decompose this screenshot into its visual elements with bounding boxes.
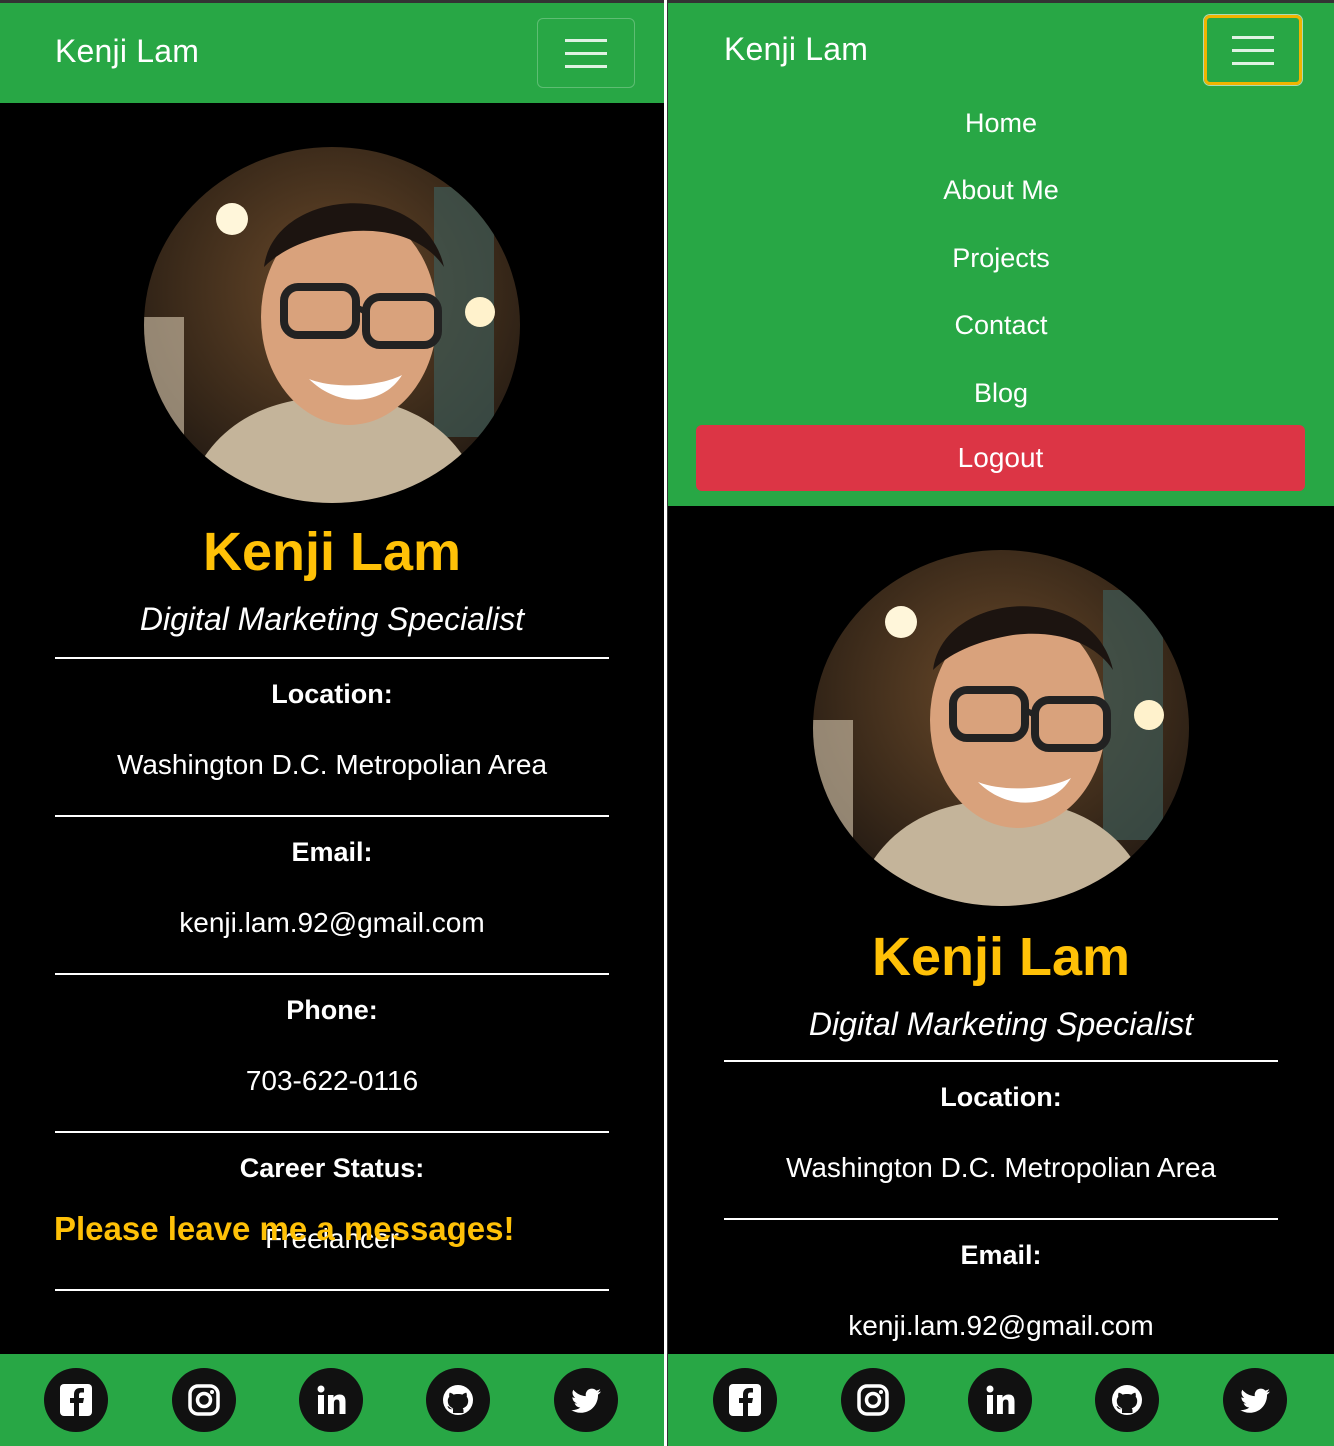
avatar	[144, 147, 520, 503]
linkedin-icon	[317, 1385, 346, 1414]
facebook-link[interactable]	[44, 1368, 108, 1432]
social-footer	[668, 1354, 1334, 1446]
logout-button[interactable]: Logout	[696, 425, 1305, 491]
divider	[724, 1060, 1278, 1062]
phone-value[interactable]: 703-622-0116	[0, 1065, 664, 1097]
divider	[55, 973, 609, 975]
instagram-link[interactable]	[172, 1368, 236, 1432]
hamburger-icon-bar	[1232, 62, 1274, 65]
nav-item-home[interactable]: Home	[668, 103, 1334, 143]
linkedin-icon	[986, 1385, 1015, 1414]
profile-title: Digital Marketing Specialist	[808, 1006, 1194, 1042]
navbar: Kenji Lam Home About Me Projects Contact…	[668, 3, 1334, 506]
facebook-icon	[60, 1384, 92, 1416]
navbar-toggler-button[interactable]	[1204, 15, 1302, 85]
hamburger-icon-bar	[565, 65, 607, 68]
message-call-to-action: Please leave me a messages!	[54, 1210, 515, 1247]
twitter-link[interactable]	[554, 1368, 618, 1432]
hamburger-icon	[1232, 36, 1274, 39]
github-link[interactable]	[426, 1368, 490, 1432]
phone-label: Phone:	[286, 995, 378, 1025]
profile-name: Kenji Lam	[202, 522, 462, 582]
location-value: Washington D.C. Metropolian Area	[116, 749, 548, 780]
screen-expanded-menu: Kenji Lam Home About Me Projects Contact…	[667, 0, 1334, 1446]
location-value: Washington D.C. Metropolian Area	[785, 1152, 1217, 1183]
navbar: Kenji Lam	[0, 3, 664, 103]
instagram-link[interactable]	[841, 1368, 905, 1432]
social-footer	[0, 1354, 664, 1446]
screen-collapsed: Kenji Lam Kenji Lam Digital Marketing Sp…	[0, 0, 664, 1446]
facebook-link[interactable]	[713, 1368, 777, 1432]
instagram-icon	[188, 1384, 220, 1416]
location-label: Location:	[271, 679, 393, 709]
github-link[interactable]	[1095, 1368, 1159, 1432]
profile-title: Digital Marketing Specialist	[139, 601, 525, 637]
twitter-link[interactable]	[1223, 1368, 1287, 1432]
hamburger-icon-bar	[1232, 49, 1274, 52]
twitter-icon	[1240, 1388, 1270, 1413]
divider	[55, 1289, 609, 1291]
navbar-brand[interactable]: Kenji Lam	[724, 31, 868, 68]
instagram-icon	[857, 1384, 889, 1416]
facebook-icon	[729, 1384, 761, 1416]
twitter-icon	[571, 1388, 601, 1413]
github-icon	[1112, 1385, 1142, 1415]
nav-item-projects[interactable]: Projects	[668, 238, 1334, 278]
linkedin-link[interactable]	[968, 1368, 1032, 1432]
avatar	[813, 550, 1189, 906]
navbar-brand[interactable]: Kenji Lam	[55, 33, 199, 70]
email-label: Email:	[291, 837, 373, 867]
career-status-label: Career Status:	[239, 1153, 425, 1183]
navbar-toggler-button[interactable]	[537, 18, 635, 88]
linkedin-link[interactable]	[299, 1368, 363, 1432]
divider	[724, 1218, 1278, 1220]
github-icon	[443, 1385, 473, 1415]
hamburger-icon-bar	[565, 52, 607, 55]
email-value[interactable]: kenji.lam.92@gmail.com	[0, 907, 664, 939]
nav-item-about-me[interactable]: About Me	[668, 170, 1334, 210]
email-value[interactable]: kenji.lam.92@gmail.com	[668, 1310, 1334, 1342]
location-label: Location:	[940, 1082, 1062, 1112]
hamburger-icon	[565, 39, 607, 42]
divider	[55, 1131, 609, 1133]
profile-name: Kenji Lam	[871, 927, 1131, 987]
divider	[55, 815, 609, 817]
divider	[55, 657, 609, 659]
nav-item-contact[interactable]: Contact	[668, 305, 1334, 345]
nav-item-blog[interactable]: Blog	[668, 373, 1334, 413]
email-label: Email:	[960, 1240, 1042, 1270]
